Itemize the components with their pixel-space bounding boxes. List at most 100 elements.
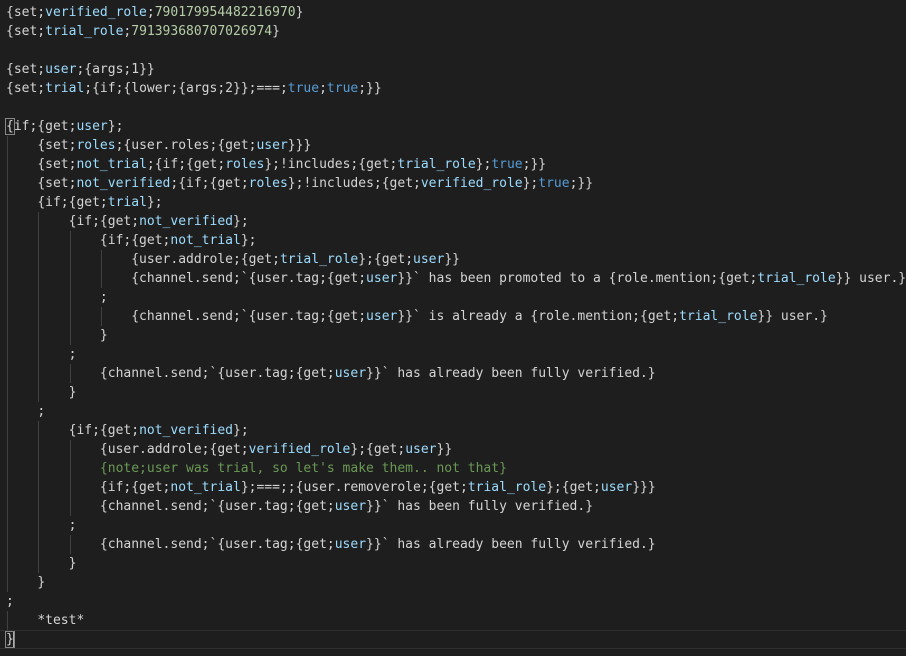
code-line[interactable]: {set;not_trial;{if;{get;roles};!includes… — [6, 155, 906, 174]
code-line[interactable]: {channel.send;`{user.tag;{get;user}}` ha… — [6, 269, 906, 288]
code-token: }}` has been fully verified.} — [366, 499, 594, 514]
code-lines[interactable]: {set;verified_role;790179954482216970} {s… — [0, 3, 906, 649]
code-line[interactable]: {if;{get;not_verified}; — [6, 212, 906, 231]
code-token: {note;user was trial, so let's make them… — [99, 461, 507, 476]
code-line[interactable]: {if;{get;trial}; — [6, 193, 906, 212]
indent-guide — [7, 421, 8, 440]
code-line[interactable]: {set;verified_role;790179954482216970} — [6, 3, 906, 22]
code-line[interactable]: {if;{get;not_trial};===;;{user.removerol… — [6, 478, 906, 497]
code-line[interactable]: {user.addrole;{get;trial_role};{get;user… — [6, 250, 906, 269]
indentation — [6, 233, 100, 248]
code-line[interactable]: ; — [6, 516, 906, 535]
code-token: }; — [233, 214, 249, 229]
code-line[interactable]: *test* — [6, 611, 906, 630]
code-line[interactable]: } — [0, 630, 906, 649]
code-token: {channel.send;`{user.tag;{get; — [99, 366, 335, 381]
code-line[interactable]: {note;user was trial, so let's make them… — [6, 459, 906, 478]
code-token: }; — [107, 119, 124, 134]
indent-guide — [7, 212, 8, 231]
code-token: not_trial — [170, 480, 241, 495]
code-token: } — [99, 328, 108, 343]
code-line[interactable]: {set;trial;{if;{lower;{args;2}};===;true… — [6, 79, 906, 98]
text-cursor — [12, 631, 14, 648]
code-token: }} — [444, 252, 460, 267]
code-token: };{get; — [546, 480, 601, 495]
code-token: };{get; — [358, 252, 414, 267]
indent-guide — [38, 307, 40, 326]
code-line[interactable]: {user.addrole;{get;verified_role};{get;u… — [6, 440, 906, 459]
code-token: trial_role — [679, 309, 758, 324]
indent-guide — [38, 497, 40, 516]
code-token: } — [272, 24, 280, 39]
indent-guide — [69, 307, 71, 326]
code-token: }; — [475, 157, 492, 172]
indentation — [6, 613, 37, 628]
code-line[interactable]: } — [6, 383, 906, 402]
code-token: true — [491, 157, 523, 172]
indent-guide — [7, 535, 8, 554]
code-line[interactable]: ; — [6, 592, 906, 611]
code-line[interactable] — [6, 41, 906, 60]
code-line[interactable]: {channel.send;`{user.tag;{get;user}}` ha… — [6, 364, 906, 383]
code-token: trial — [45, 81, 85, 96]
current-line-highlight — [0, 630, 906, 649]
code-line[interactable]: {channel.send;`{user.tag;{get;user}}` ha… — [6, 497, 906, 516]
indent-guide — [7, 231, 8, 250]
code-token: {set; — [6, 62, 46, 77]
indent-guide — [38, 459, 40, 478]
code-token: ; — [99, 290, 108, 305]
code-line[interactable]: {if;{get;not_trial}; — [6, 231, 906, 250]
code-line[interactable]: {set;roles;{user.roles;{get;user}}} — [6, 136, 906, 155]
code-token: user — [334, 499, 367, 514]
code-line[interactable]: {if;{get;not_verified}; — [6, 421, 906, 440]
code-line[interactable]: } — [6, 326, 906, 345]
code-token: {channel.send;`{user.tag;{get; — [99, 499, 335, 514]
code-token: } — [295, 5, 304, 20]
code-token: user — [366, 271, 398, 286]
code-line[interactable]: {channel.send;`{user.tag;{get;user}}` is… — [6, 307, 906, 326]
code-line[interactable] — [6, 98, 906, 117]
code-token: {if;{get; — [68, 214, 140, 229]
indent-guide — [100, 250, 102, 269]
code-token: ;{if;{lower;{args;2}};===; — [84, 81, 288, 96]
code-token: user — [334, 366, 367, 381]
code-token: if;{get; — [13, 119, 77, 134]
code-line[interactable]: {if;{get;user}; — [5, 117, 906, 136]
code-token: {channel.send;`{user.tag;{get; — [131, 309, 367, 324]
code-line[interactable]: {channel.send;`{user.tag;{get;user}}` ha… — [6, 535, 906, 554]
indent-guide — [38, 421, 40, 440]
indent-guide — [7, 136, 8, 155]
code-token: } — [68, 385, 77, 400]
code-token: }} user.} — [835, 271, 906, 286]
indent-guide — [7, 402, 8, 421]
code-token: {set; — [37, 138, 77, 153]
code-token: user — [413, 252, 445, 267]
indent-guide — [69, 326, 71, 345]
code-line[interactable]: ; — [6, 402, 906, 421]
indentation — [6, 138, 37, 153]
code-token: roles — [225, 157, 265, 172]
code-token: 790179954482216970 — [154, 5, 296, 20]
code-line[interactable]: {set;trial_role;791393680707026974} — [6, 22, 906, 41]
indent-guide — [7, 269, 8, 288]
code-line[interactable]: } — [6, 573, 906, 592]
code-line[interactable]: } — [6, 554, 906, 573]
code-line[interactable]: ; — [6, 345, 906, 364]
code-token: user — [45, 62, 77, 77]
code-token: }; — [233, 423, 249, 438]
code-line[interactable]: {set;user;{args;1}} — [6, 60, 906, 79]
code-token: {if;{get; — [99, 233, 171, 248]
indentation — [6, 366, 100, 381]
code-line[interactable]: ; — [6, 288, 906, 307]
code-token: verified_role — [45, 5, 147, 20]
code-line[interactable]: {set;not_verified;{if;{get;roles};!inclu… — [6, 174, 906, 193]
code-token: trial — [107, 195, 147, 210]
code-editor[interactable]: {set;verified_role;790179954482216970} {s… — [0, 0, 906, 656]
indentation — [6, 328, 100, 343]
indentation — [6, 290, 100, 305]
indent-guide — [69, 250, 71, 269]
indent-guide — [38, 345, 40, 364]
code-token: }}` is already a {role.mention;{get; — [397, 309, 680, 324]
code-token: {user.addrole;{get; — [131, 252, 280, 267]
indent-guide — [7, 307, 8, 326]
